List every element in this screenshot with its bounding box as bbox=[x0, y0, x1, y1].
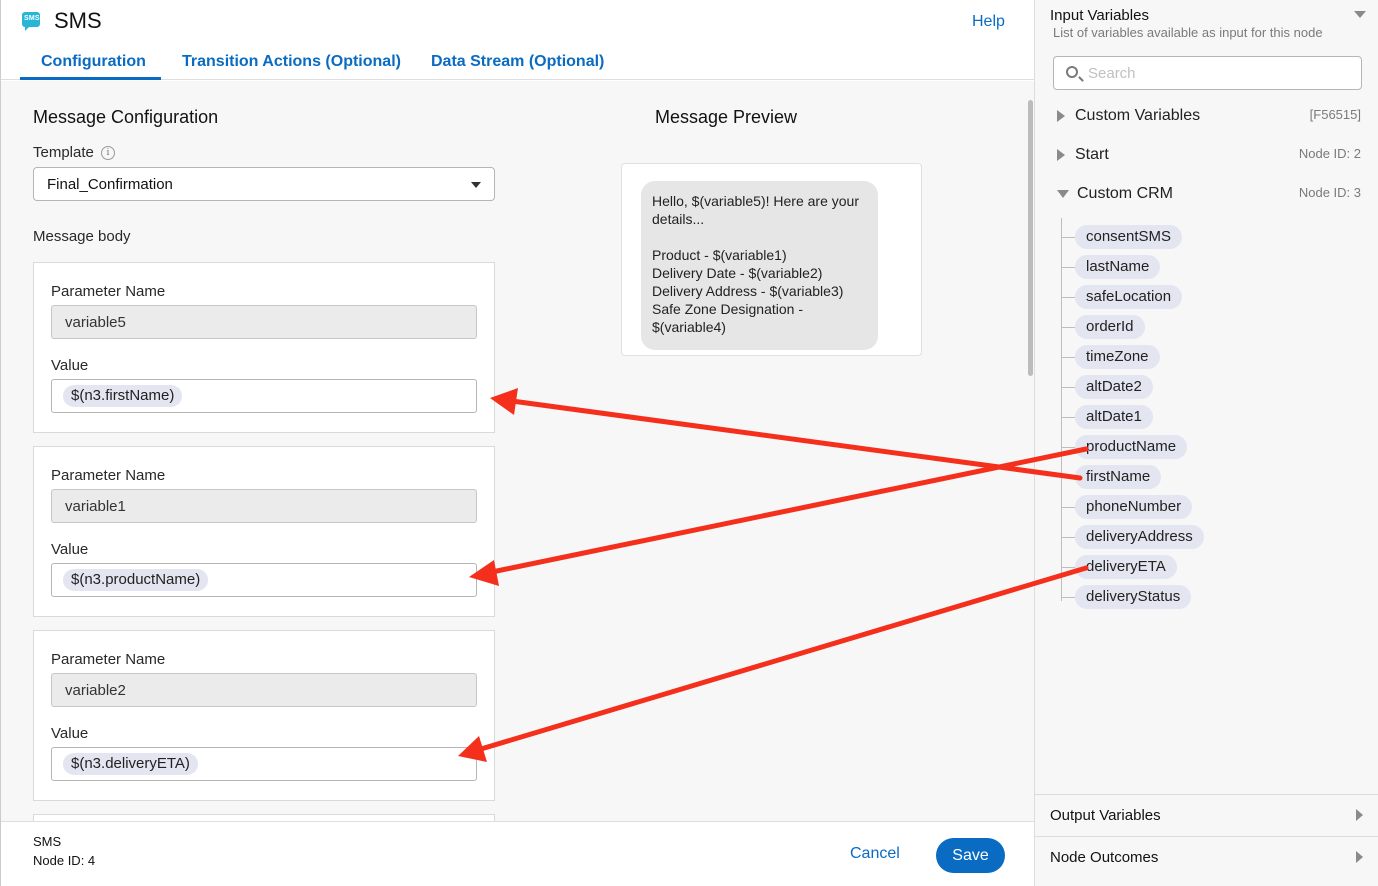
variable-chip-orderId[interactable]: orderId bbox=[1075, 315, 1145, 339]
variable-chip-timeZone[interactable]: timeZone bbox=[1075, 345, 1160, 369]
variable-chip-firstName[interactable]: firstName bbox=[1075, 465, 1162, 489]
node-id: Node ID: 4 bbox=[33, 853, 96, 868]
search-placeholder: Search bbox=[1088, 65, 1136, 82]
search-icon bbox=[1066, 66, 1078, 78]
value-label: Value bbox=[51, 357, 89, 374]
template-value: Final_Confirmation bbox=[47, 176, 173, 193]
node-meta: Node ID: 3 bbox=[1298, 185, 1361, 200]
parameter-name-label: Parameter Name bbox=[51, 651, 166, 668]
value-field[interactable]: $(n3.productName) bbox=[51, 563, 477, 597]
input-variables-subtitle: List of variables available as input for… bbox=[1053, 25, 1323, 40]
search-input[interactable]: Search bbox=[1053, 56, 1362, 90]
node-outcomes-section[interactable]: Node Outcomes bbox=[1035, 836, 1378, 878]
value-label: Value bbox=[51, 725, 89, 742]
save-button[interactable]: Save bbox=[936, 838, 1005, 873]
value-chip[interactable]: $(n3.firstName) bbox=[63, 385, 183, 407]
parameter-name-field: variable5 bbox=[51, 305, 477, 339]
variable-chip-safeLocation[interactable]: safeLocation bbox=[1075, 285, 1183, 309]
variable-chip-lastName[interactable]: lastName bbox=[1075, 255, 1161, 279]
tree-node-custom-variables[interactable]: Custom Variables bbox=[1057, 107, 1200, 125]
input-variables-title: Input Variables bbox=[1050, 7, 1149, 24]
message-configuration-title: Message Configuration bbox=[33, 107, 219, 127]
variable-chip-altDate2[interactable]: altDate2 bbox=[1075, 375, 1153, 399]
parameter-card: Parameter Name variable5 Value $(n3.firs… bbox=[33, 262, 495, 433]
scrollbar[interactable] bbox=[1028, 100, 1033, 376]
panel-footer: SMS Node ID: 4 Cancel Save bbox=[1, 821, 1035, 886]
value-field[interactable]: $(n3.deliveryETA) bbox=[51, 747, 477, 781]
variable-chip-phoneNumber[interactable]: phoneNumber bbox=[1075, 495, 1193, 519]
collapse-icon[interactable] bbox=[1354, 11, 1366, 18]
tree-node-custom-crm[interactable]: Custom CRM bbox=[1057, 185, 1173, 203]
parameter-card: Parameter Name variable1 Value $(n3.prod… bbox=[33, 446, 495, 617]
node-name: SMS bbox=[33, 834, 62, 849]
output-variables-label: Output Variables bbox=[1050, 807, 1161, 824]
page-title: SMS bbox=[54, 8, 102, 33]
expand-icon bbox=[1057, 148, 1065, 161]
node-meta: [F56515] bbox=[1309, 107, 1361, 122]
sms-icon: SMS bbox=[22, 12, 40, 31]
variable-chip-altDate1[interactable]: altDate1 bbox=[1075, 405, 1153, 429]
input-variables-panel: Input Variables List of variables availa… bbox=[1034, 0, 1378, 886]
message-preview-title: Message Preview bbox=[655, 107, 798, 127]
panel-header: SMS SMS Help Configuration Transition Ac… bbox=[1, 0, 1035, 80]
chevron-down-icon bbox=[471, 182, 481, 188]
configuration-panel: SMS SMS Help Configuration Transition Ac… bbox=[0, 0, 1035, 886]
parameter-card-partial bbox=[33, 814, 495, 821]
chevron-right-icon bbox=[1356, 809, 1363, 821]
info-icon: i bbox=[101, 146, 115, 160]
output-variables-section[interactable]: Output Variables bbox=[1035, 794, 1378, 836]
expand-icon bbox=[1057, 109, 1065, 122]
value-field[interactable]: $(n3.firstName) bbox=[51, 379, 477, 413]
value-chip[interactable]: $(n3.deliveryETA) bbox=[63, 753, 198, 775]
variable-chip-deliveryStatus[interactable]: deliveryStatus bbox=[1075, 585, 1192, 609]
parameter-name-label: Parameter Name bbox=[51, 283, 166, 300]
variable-chip-deliveryETA[interactable]: deliveryETA bbox=[1075, 555, 1177, 579]
message-preview: Hello, $(variable5)! Here are your detai… bbox=[621, 163, 922, 356]
configuration-content: Message Configuration Template i Final_C… bbox=[1, 81, 1035, 821]
value-label: Value bbox=[51, 541, 89, 558]
tab-configuration[interactable]: Configuration bbox=[41, 53, 146, 71]
help-link[interactable]: Help bbox=[972, 13, 1005, 31]
tab-transition-actions[interactable]: Transition Actions (Optional) bbox=[182, 53, 401, 71]
collapse-icon bbox=[1057, 189, 1069, 198]
variable-chip-deliveryAddress[interactable]: deliveryAddress bbox=[1075, 525, 1204, 549]
parameter-name-label: Parameter Name bbox=[51, 467, 166, 484]
chevron-right-icon bbox=[1356, 851, 1363, 863]
node-meta: Node ID: 2 bbox=[1298, 146, 1361, 161]
message-body-label: Message body bbox=[33, 228, 131, 245]
parameter-card: Parameter Name variable2 Value $(n3.deli… bbox=[33, 630, 495, 801]
active-tab-indicator bbox=[20, 77, 161, 80]
template-select[interactable]: Final_Confirmation bbox=[33, 167, 495, 201]
variable-chip-consentSMS[interactable]: consentSMS bbox=[1075, 225, 1183, 249]
tab-data-stream[interactable]: Data Stream (Optional) bbox=[431, 53, 604, 71]
variable-chip-productName[interactable]: productName bbox=[1075, 435, 1188, 459]
parameter-name-field: variable2 bbox=[51, 673, 477, 707]
tree-line bbox=[1061, 218, 1062, 601]
message-bubble: Hello, $(variable5)! Here are your detai… bbox=[641, 181, 878, 350]
cancel-button[interactable]: Cancel bbox=[850, 845, 900, 863]
template-label: Template bbox=[33, 144, 94, 161]
parameter-name-field: variable1 bbox=[51, 489, 477, 523]
value-chip[interactable]: $(n3.productName) bbox=[63, 569, 209, 591]
tree-node-start[interactable]: Start bbox=[1057, 146, 1109, 164]
node-outcomes-label: Node Outcomes bbox=[1050, 849, 1159, 866]
